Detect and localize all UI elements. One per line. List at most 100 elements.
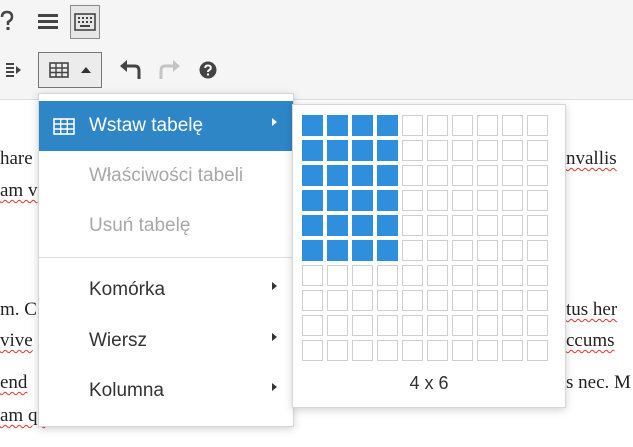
menu-item-insert-table[interactable]: Wstaw tabelę — [39, 101, 293, 151]
table-size-cell[interactable] — [427, 140, 448, 161]
table-size-cell[interactable] — [402, 315, 423, 336]
table-size-cell[interactable] — [477, 240, 498, 261]
table-size-cell[interactable] — [377, 290, 398, 311]
table-size-cell[interactable] — [402, 165, 423, 186]
table-size-cell[interactable] — [477, 265, 498, 286]
table-size-cell[interactable] — [452, 140, 473, 161]
menu-item-cell[interactable]: Komórka — [39, 265, 293, 315]
table-size-cell[interactable] — [352, 115, 373, 136]
table-size-cell[interactable] — [327, 165, 348, 186]
table-size-cell[interactable] — [377, 140, 398, 161]
table-size-cell[interactable] — [477, 215, 498, 236]
table-size-cell[interactable] — [527, 340, 548, 361]
table-size-cell[interactable] — [402, 115, 423, 136]
table-size-cell[interactable] — [352, 165, 373, 186]
table-size-cell[interactable] — [502, 290, 523, 311]
table-size-cell[interactable] — [302, 115, 323, 136]
table-size-cell[interactable] — [452, 115, 473, 136]
table-size-cell[interactable] — [477, 340, 498, 361]
table-size-cell[interactable] — [527, 315, 548, 336]
table-size-cell[interactable] — [427, 215, 448, 236]
table-size-cell[interactable] — [352, 190, 373, 211]
table-size-cell[interactable] — [502, 215, 523, 236]
table-size-cell[interactable] — [427, 240, 448, 261]
table-size-cell[interactable] — [327, 140, 348, 161]
table-size-cell[interactable] — [377, 265, 398, 286]
table-size-cell[interactable] — [502, 115, 523, 136]
table-size-cell[interactable] — [527, 190, 548, 211]
table-size-cell[interactable] — [527, 265, 548, 286]
table-size-cell[interactable] — [502, 340, 523, 361]
table-size-cell[interactable] — [302, 165, 323, 186]
table-size-cell[interactable] — [327, 340, 348, 361]
table-size-cell[interactable] — [527, 290, 548, 311]
table-size-cell[interactable] — [377, 215, 398, 236]
table-size-cell[interactable] — [352, 315, 373, 336]
table-size-cell[interactable] — [352, 340, 373, 361]
table-size-cell[interactable] — [502, 315, 523, 336]
table-size-cell[interactable] — [452, 290, 473, 311]
table-size-cell[interactable] — [502, 190, 523, 211]
table-size-cell[interactable] — [452, 215, 473, 236]
table-size-cell[interactable] — [302, 215, 323, 236]
table-size-cell[interactable] — [377, 115, 398, 136]
table-size-cell[interactable] — [377, 190, 398, 211]
table-size-cell[interactable] — [302, 340, 323, 361]
table-size-cell[interactable] — [452, 190, 473, 211]
menu-item-row[interactable]: Wiersz — [39, 316, 293, 366]
table-size-cell[interactable] — [377, 315, 398, 336]
help-icon[interactable] — [196, 55, 220, 85]
table-size-cell[interactable] — [452, 340, 473, 361]
table-size-cell[interactable] — [327, 215, 348, 236]
menu-item-column[interactable]: Kolumna — [39, 366, 293, 416]
table-size-cell[interactable] — [427, 190, 448, 211]
table-size-cell[interactable] — [477, 290, 498, 311]
undo-icon[interactable] — [116, 55, 144, 85]
table-size-cell[interactable] — [427, 340, 448, 361]
table-size-cell[interactable] — [377, 240, 398, 261]
table-size-cell[interactable] — [427, 290, 448, 311]
table-size-cell[interactable] — [327, 315, 348, 336]
table-size-cell[interactable] — [477, 140, 498, 161]
table-size-grid[interactable] — [302, 115, 552, 365]
table-size-cell[interactable] — [502, 140, 523, 161]
table-size-cell[interactable] — [402, 240, 423, 261]
table-size-cell[interactable] — [302, 190, 323, 211]
table-size-cell[interactable] — [352, 265, 373, 286]
table-size-cell[interactable] — [527, 240, 548, 261]
table-size-cell[interactable] — [477, 315, 498, 336]
table-size-cell[interactable] — [452, 240, 473, 261]
table-size-cell[interactable] — [352, 240, 373, 261]
table-size-cell[interactable] — [352, 290, 373, 311]
table-size-cell[interactable] — [327, 265, 348, 286]
table-size-cell[interactable] — [402, 190, 423, 211]
table-size-cell[interactable] — [302, 315, 323, 336]
redo-icon[interactable] — [156, 55, 184, 85]
table-size-cell[interactable] — [502, 265, 523, 286]
table-size-cell[interactable] — [402, 265, 423, 286]
table-size-cell[interactable] — [427, 115, 448, 136]
table-size-cell[interactable] — [402, 340, 423, 361]
table-size-cell[interactable] — [302, 240, 323, 261]
table-size-cell[interactable] — [302, 140, 323, 161]
table-size-cell[interactable] — [377, 340, 398, 361]
keyboard-icon[interactable] — [70, 5, 100, 39]
table-size-cell[interactable] — [427, 265, 448, 286]
table-size-cell[interactable] — [427, 165, 448, 186]
table-size-cell[interactable] — [302, 290, 323, 311]
table-size-cell[interactable] — [527, 215, 548, 236]
table-size-cell[interactable] — [527, 165, 548, 186]
table-size-cell[interactable] — [502, 240, 523, 261]
table-size-cell[interactable] — [527, 140, 548, 161]
table-size-cell[interactable] — [402, 140, 423, 161]
table-size-cell[interactable] — [327, 190, 348, 211]
align-justify-icon[interactable] — [34, 7, 62, 37]
table-size-cell[interactable] — [477, 165, 498, 186]
table-size-cell[interactable] — [327, 115, 348, 136]
table-size-cell[interactable] — [352, 140, 373, 161]
table-size-cell[interactable] — [377, 165, 398, 186]
table-size-cell[interactable] — [477, 190, 498, 211]
table-size-cell[interactable] — [452, 165, 473, 186]
table-size-cell[interactable] — [402, 290, 423, 311]
table-size-cell[interactable] — [527, 115, 548, 136]
